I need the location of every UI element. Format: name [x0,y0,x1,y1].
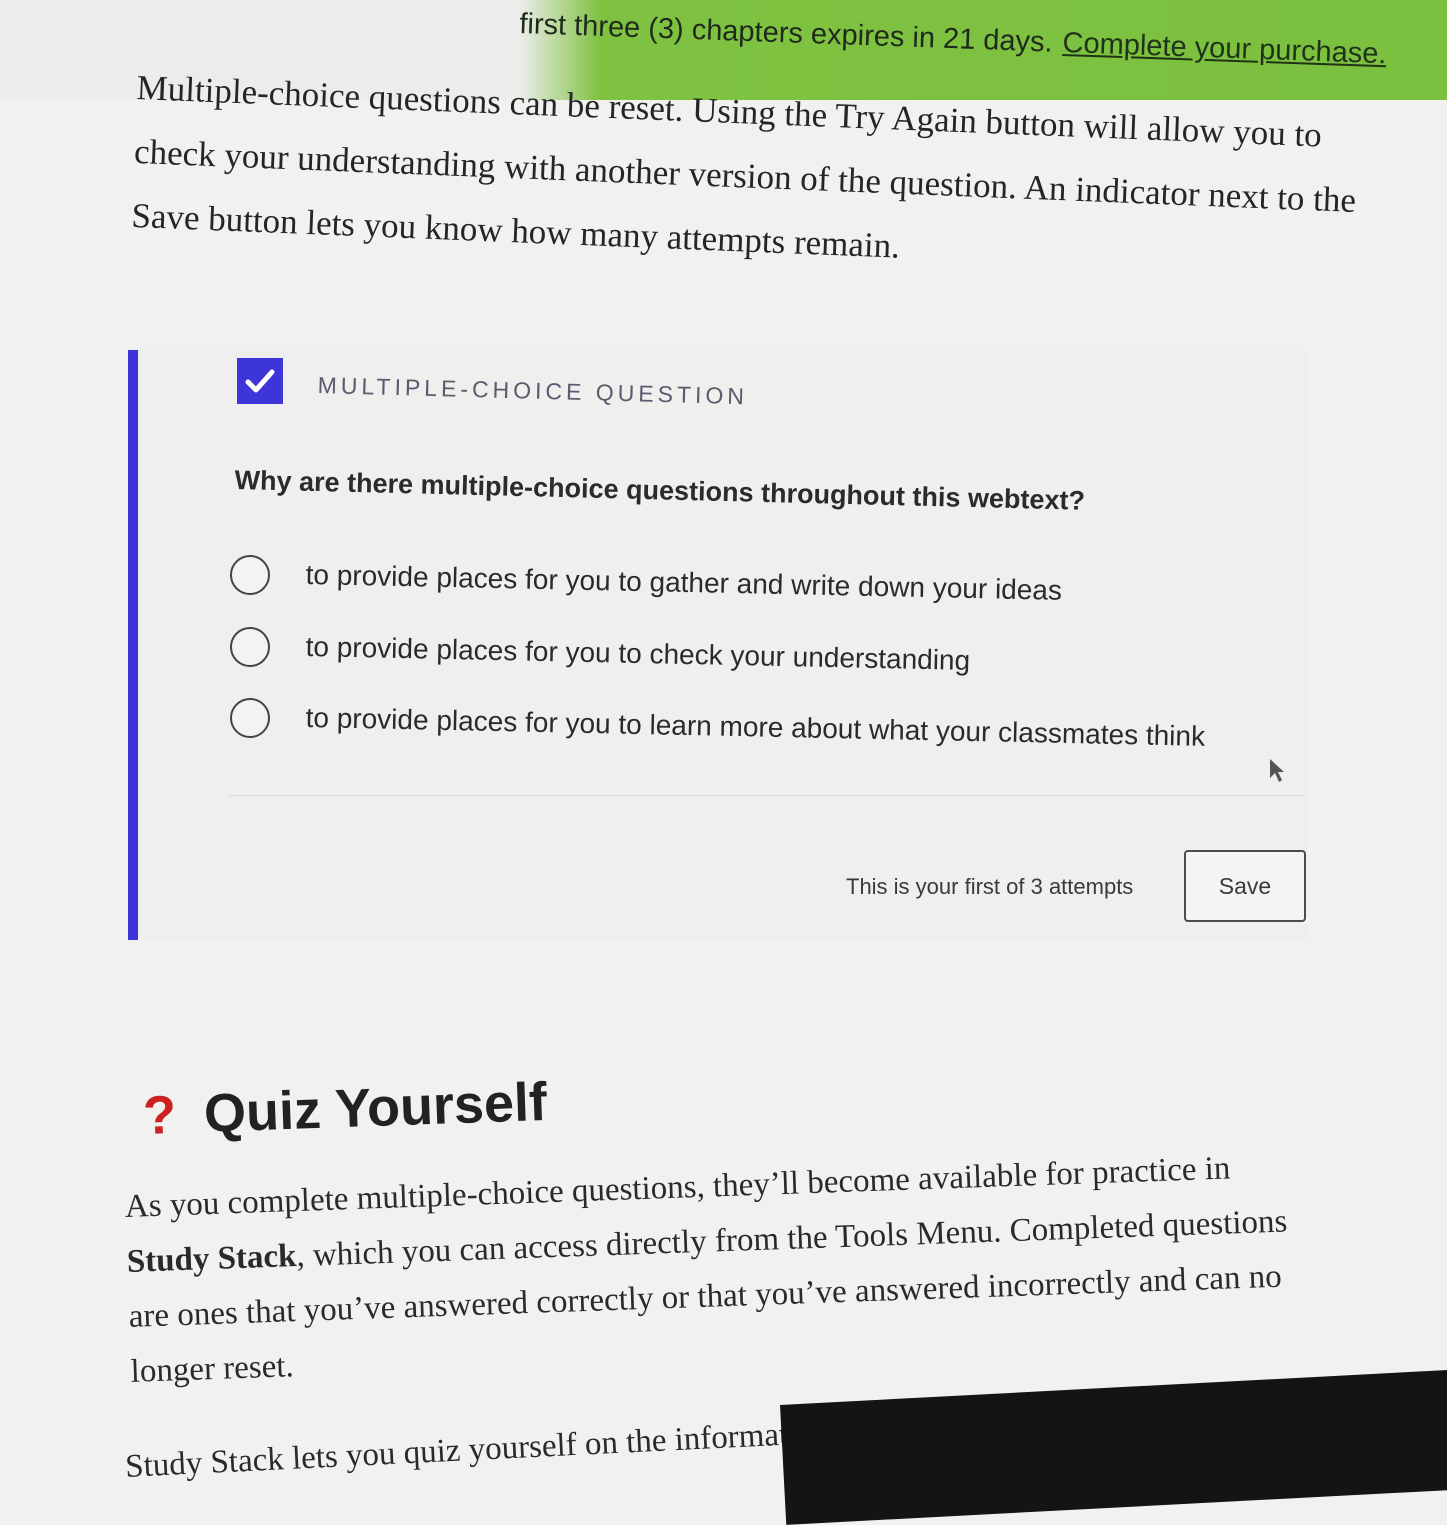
answer-option-label: to provide places for you to learn more … [305,702,1206,752]
card-divider [230,795,1305,796]
radio-button[interactable] [230,627,270,667]
trial-banner-text: first three (3) chapters expires in 21 d… [519,8,1387,71]
study-stack-term: Study Stack [126,1238,298,1280]
question-text: Why are there multiple-choice questions … [234,465,1086,516]
trial-expiry-text: first three (3) chapters expires in 21 d… [518,8,1054,59]
checkbox-check-icon [237,358,283,404]
save-button[interactable]: Save [1184,850,1306,922]
answer-option-2[interactable]: to provide places for you to check your … [230,627,1310,676]
quiz-paragraph: As you complete multiple-choice question… [124,1138,1321,1399]
answer-option-label: to provide places for you to check your … [305,631,971,676]
mouse-cursor-icon [1270,759,1284,782]
multiple-choice-card: MULTIPLE-CHOICE QUESTION Why are there m… [128,350,1308,940]
radio-button[interactable] [230,698,270,738]
complete-purchase-link[interactable]: Complete your purchase. [1062,27,1387,70]
quiz-title-text: Quiz Yourself [202,1071,548,1144]
radio-button[interactable] [230,555,270,595]
question-mark-icon: ? [142,1084,178,1146]
answer-option-label: to provide places for you to gather and … [305,559,1063,606]
answer-option-1[interactable]: to provide places for you to gather and … [230,555,1310,606]
quiz-yourself-heading: ? Quiz Yourself [142,1071,548,1147]
attempts-indicator: This is your first of 3 attempts [846,874,1134,899]
quiz-paragraph-end: , which you can access directly from the… [128,1203,1288,1390]
answer-option-3[interactable]: to provide places for you to learn more … [230,698,1310,752]
screen-bezel-shadow [780,1368,1447,1525]
question-type-label: MULTIPLE-CHOICE QUESTION [317,372,749,410]
card-accent-bar [128,350,138,940]
